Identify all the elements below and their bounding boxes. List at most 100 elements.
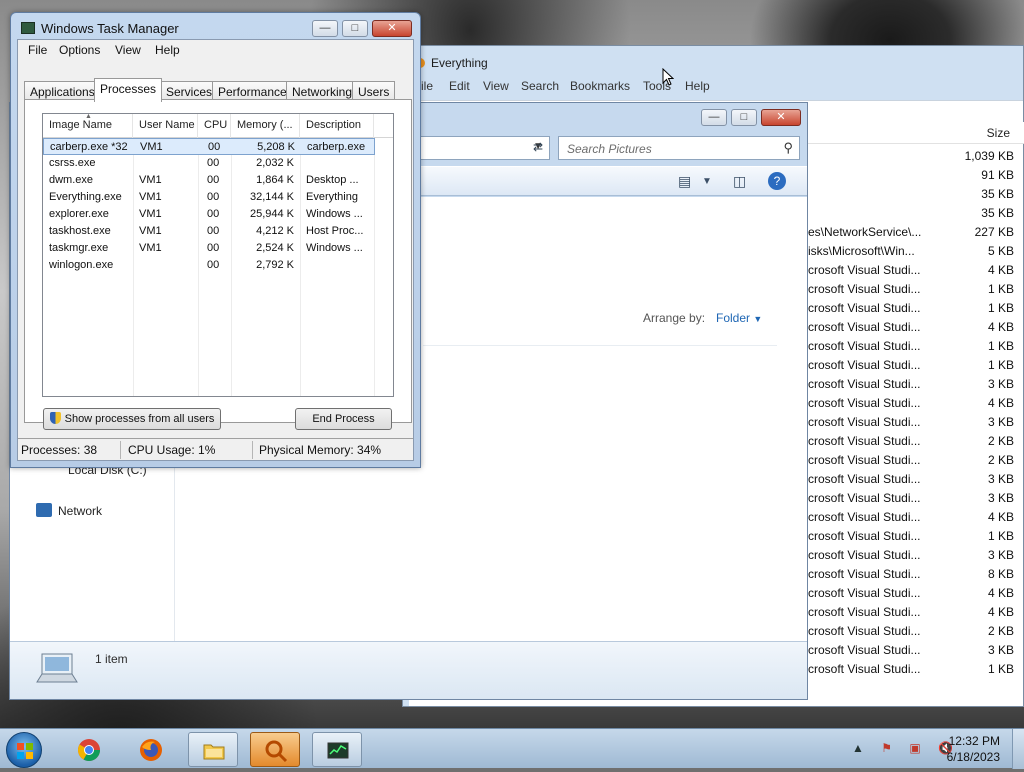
view-dropdown-icon[interactable]: ▼ <box>702 176 712 187</box>
process-row[interactable]: explorer.exe VM1 00 25,944 K Windows ... <box>43 206 393 223</box>
result-row[interactable]: 35 KB <box>808 185 1024 204</box>
result-row[interactable]: crosoft Visual Studi... 4 KB <box>808 394 1024 413</box>
menu-help[interactable]: Help <box>155 43 180 57</box>
taskbar-firefox[interactable] <box>126 732 176 767</box>
menu-options[interactable]: Options <box>59 43 100 57</box>
result-row[interactable]: crosoft Visual Studi... 3 KB <box>808 413 1024 432</box>
taskbar-chrome[interactable] <box>64 732 114 767</box>
search-pictures-box[interactable]: Search Pictures ⚲ <box>558 136 800 160</box>
taskbar-task-manager[interactable] <box>312 732 362 767</box>
result-size: 3 KB <box>987 491 1014 505</box>
result-row[interactable]: es\NetworkService\... 227 KB <box>808 223 1024 242</box>
menu-view[interactable]: View <box>483 79 509 93</box>
process-row[interactable]: Everything.exe VM1 00 32,144 K Everything <box>43 189 393 206</box>
result-path: crosoft Visual Studi... <box>808 320 921 334</box>
process-table[interactable]: ▲ Image Name User Name CPU Memory (... De… <box>42 113 394 397</box>
chrome-icon <box>78 739 100 761</box>
process-row[interactable]: taskmgr.exe VM1 00 2,524 K Windows ... <box>43 240 393 257</box>
menu-file[interactable]: ile <box>421 79 433 93</box>
result-row[interactable]: crosoft Visual Studi... 1 KB <box>808 527 1024 546</box>
result-row[interactable]: crosoft Visual Studi... 1 KB <box>808 337 1024 356</box>
menu-file[interactable]: File <box>28 43 47 57</box>
cell-memory: 2,032 K <box>256 157 294 169</box>
tab-networking[interactable]: Networking <box>286 81 359 101</box>
result-row[interactable]: crosoft Visual Studi... 2 KB <box>808 451 1024 470</box>
status-separator <box>252 441 253 459</box>
taskbar-everything[interactable] <box>250 732 300 767</box>
result-row[interactable]: crosoft Visual Studi... 4 KB <box>808 508 1024 527</box>
cell-user-name: VM1 <box>139 208 162 220</box>
result-row[interactable]: 35 KB <box>808 204 1024 223</box>
result-row[interactable]: isks\Microsoft\Win... 5 KB <box>808 242 1024 261</box>
menu-view[interactable]: View <box>115 43 141 57</box>
maximize-button[interactable]: □ <box>342 20 368 37</box>
result-row[interactable]: crosoft Visual Studi... 1 KB <box>808 356 1024 375</box>
column-memory[interactable]: Memory (... <box>231 114 300 138</box>
tab-services[interactable]: Services <box>160 81 219 101</box>
menu-bookmarks[interactable]: Bookmarks <box>570 79 630 93</box>
result-row[interactable]: 91 KB <box>808 166 1024 185</box>
clock-date[interactable]: 6/18/2023 <box>947 750 1000 764</box>
arrange-by-dropdown[interactable]: Folder ▼ <box>716 311 762 325</box>
result-row[interactable]: crosoft Visual Studi... 1 KB <box>808 660 1024 679</box>
result-row[interactable]: crosoft Visual Studi... 8 KB <box>808 565 1024 584</box>
result-row[interactable]: crosoft Visual Studi... 3 KB <box>808 641 1024 660</box>
tab-performance[interactable]: Performance <box>212 81 293 101</box>
result-row[interactable]: crosoft Visual Studi... 4 KB <box>808 603 1024 622</box>
show-all-processes-button[interactable]: Show processes from all users <box>43 408 221 430</box>
column-description[interactable]: Description <box>300 114 374 138</box>
process-table-header: ▲ Image Name User Name CPU Memory (... De… <box>43 113 393 138</box>
task-manager-window[interactable]: Windows Task Manager — □ ✕ File Options Vi… <box>10 12 421 468</box>
search-icon[interactable]: ⚲ <box>783 140 793 156</box>
result-row[interactable]: crosoft Visual Studi... 4 KB <box>808 261 1024 280</box>
tab-applications[interactable]: Applications <box>24 81 101 101</box>
process-row[interactable]: taskhost.exe VM1 00 4,212 K Host Proc... <box>43 223 393 240</box>
menu-search[interactable]: Search <box>521 79 559 93</box>
menu-help[interactable]: Help <box>685 79 710 93</box>
end-process-button[interactable]: End Process <box>295 408 392 430</box>
result-path: crosoft Visual Studi... <box>808 510 921 524</box>
action-center-icon[interactable]: ⚑ <box>881 741 899 755</box>
show-hidden-icons[interactable]: ▲ <box>852 741 871 755</box>
result-row[interactable]: crosoft Visual Studi... 2 KB <box>808 622 1024 641</box>
process-row[interactable]: winlogon.exe 00 2,792 K <box>43 257 393 274</box>
result-row[interactable]: crosoft Visual Studi... 3 KB <box>808 546 1024 565</box>
network-status-icon[interactable]: ▣ <box>909 741 927 755</box>
close-button[interactable]: ✕ <box>761 109 801 126</box>
start-button[interactable] <box>6 732 42 768</box>
result-row[interactable]: crosoft Visual Studi... 1 KB <box>808 299 1024 318</box>
result-size: 1,039 KB <box>964 149 1014 163</box>
preview-pane-icon[interactable]: ◫ <box>733 173 746 190</box>
taskbar-windows-explorer[interactable] <box>188 732 238 767</box>
minimize-button[interactable]: — <box>701 109 727 126</box>
process-row[interactable]: dwm.exe VM1 00 1,864 K Desktop ... <box>43 172 393 189</box>
result-size: 2 KB <box>987 434 1014 448</box>
clock-time[interactable]: 12:32 PM <box>949 734 1000 748</box>
result-size: 4 KB <box>987 263 1014 277</box>
result-row[interactable]: crosoft Visual Studi... 3 KB <box>808 470 1024 489</box>
result-row[interactable]: crosoft Visual Studi... 3 KB <box>808 489 1024 508</box>
process-row[interactable]: carberp.exe *32 VM1 00 5,208 K carberp.exe <box>43 138 375 155</box>
column-cpu[interactable]: CPU <box>198 114 231 138</box>
column-user-name[interactable]: User Name <box>133 114 198 138</box>
result-row[interactable]: 1,039 KB <box>808 147 1024 166</box>
minimize-button[interactable]: — <box>312 20 338 37</box>
result-row[interactable]: crosoft Visual Studi... 4 KB <box>808 318 1024 337</box>
process-row[interactable]: csrss.exe 00 2,032 K <box>43 155 393 172</box>
help-icon[interactable]: ? <box>768 172 786 190</box>
refresh-icon[interactable]: ⇄ <box>527 137 549 159</box>
show-desktop-button[interactable] <box>1012 729 1024 769</box>
maximize-button[interactable]: □ <box>731 109 757 126</box>
tab-users[interactable]: Users <box>352 81 396 101</box>
menu-edit[interactable]: Edit <box>449 79 470 93</box>
close-button[interactable]: ✕ <box>372 20 412 37</box>
result-row[interactable]: crosoft Visual Studi... 1 KB <box>808 280 1024 299</box>
tab-processes[interactable]: Processes <box>94 78 163 102</box>
nav-network[interactable]: Network <box>36 503 102 518</box>
result-row[interactable]: crosoft Visual Studi... 2 KB <box>808 432 1024 451</box>
result-row[interactable]: crosoft Visual Studi... 3 KB <box>808 375 1024 394</box>
result-row[interactable]: crosoft Visual Studi... 4 KB <box>808 584 1024 603</box>
column-image-name[interactable]: ▲ Image Name <box>43 113 133 138</box>
size-column-header[interactable]: Size <box>808 122 1024 144</box>
change-view-icon[interactable]: ▤ <box>678 173 691 190</box>
